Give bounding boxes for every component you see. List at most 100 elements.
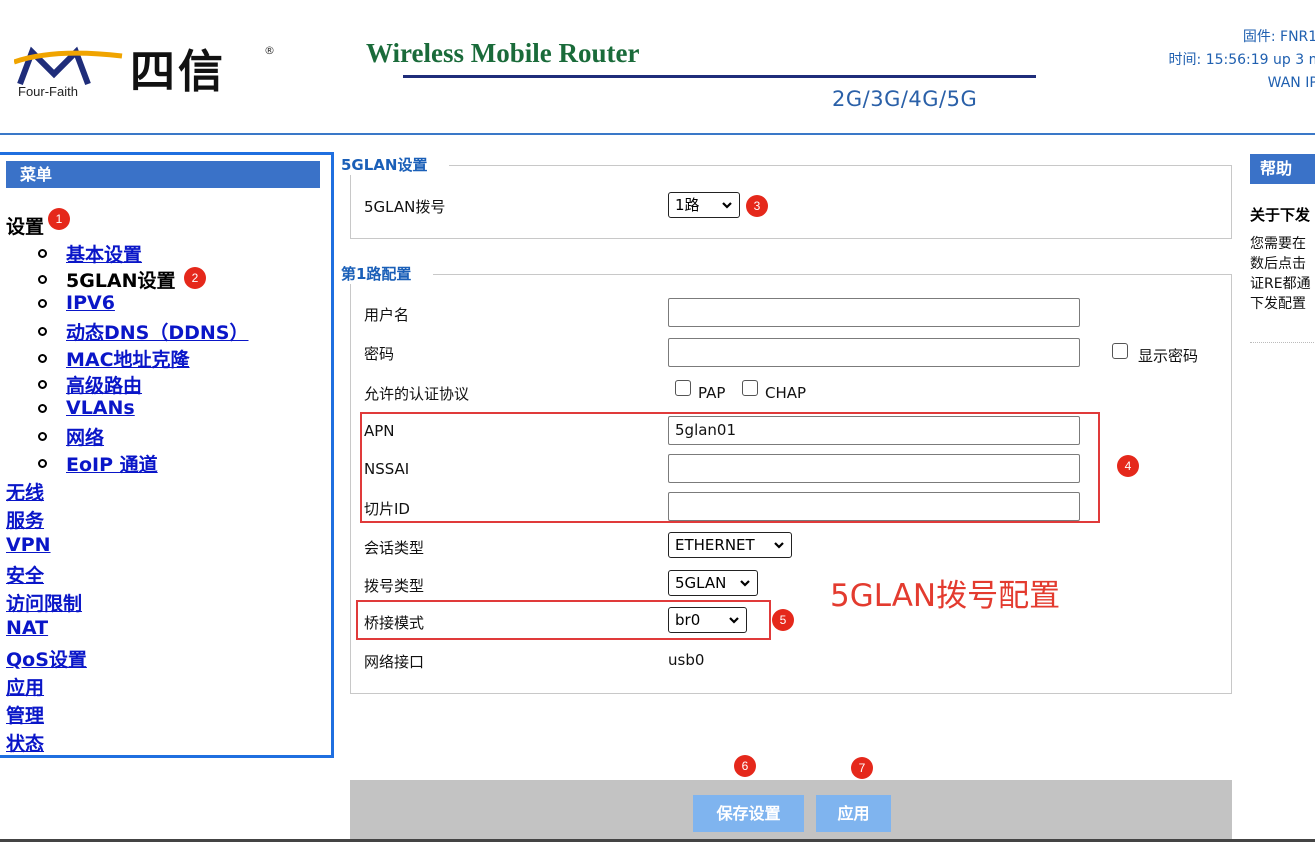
menu-section-nat[interactable]: NAT (6, 617, 48, 639)
registered-mark: ® (264, 44, 275, 57)
bullet-icon (38, 354, 47, 363)
antenna-logo-icon (14, 46, 123, 86)
menu-section-vpn[interactable]: VPN (6, 534, 51, 556)
sidebar-item-label: 网络 (66, 427, 105, 449)
show-password-label: 显示密码 (1138, 347, 1199, 365)
menu-section-access-restriction[interactable]: 访问限制 (6, 589, 82, 616)
chevron-down-icon (722, 202, 732, 209)
help-line: 您需要在 (1250, 236, 1306, 252)
sidebar-item-label: 5GLAN设置 (66, 270, 176, 292)
router-subtitle: 2G/3G/4G/5G (832, 87, 978, 111)
annotation-badge-5: 5 (772, 609, 794, 631)
chevron-down-icon (774, 542, 784, 549)
sidebar-item-label: 高级路由 (66, 375, 143, 397)
menu-section-security[interactable]: 安全 (6, 561, 44, 588)
session-type-select[interactable]: ETHERNET (668, 532, 792, 558)
annotation-badge-7: 7 (851, 757, 873, 779)
sidebar-item-vlans[interactable]: VLANs (38, 397, 135, 419)
5glan-settings-legend: 5GLAN设置 (341, 155, 450, 175)
menu-section-applications[interactable]: 应用 (6, 673, 44, 700)
menu-section-status[interactable]: 状态 (6, 729, 44, 756)
sidebar-item-basic-settings[interactable]: 基本设置 (38, 240, 142, 267)
system-info: 固件: FNR100 时间: 15:56:19 up 3 min WAN IPv… (1095, 26, 1315, 95)
sidebar-item-mac-clone[interactable]: MAC地址克隆 (38, 345, 190, 372)
password-input[interactable] (668, 338, 1080, 367)
annotation-badge-1: 1 (48, 208, 70, 230)
chevron-down-icon (740, 580, 750, 587)
menu-section-administration[interactable]: 管理 (6, 701, 44, 728)
auth-protocol-label: 允许的认证协议 (364, 385, 470, 403)
router-title: Wireless Mobile Router (366, 38, 640, 68)
pap-label: PAP (698, 384, 726, 402)
bullet-icon (38, 327, 47, 336)
apply-button[interactable]: 应用 (816, 795, 891, 832)
uptime-info: 时间: 15:56:19 up 3 min (1168, 52, 1315, 68)
username-input[interactable] (668, 298, 1080, 327)
sidebar-item-5glan-settings[interactable]: 5GLAN设置 (38, 266, 176, 293)
brand-cn-name: 四信 (130, 46, 227, 97)
chap-label: CHAP (765, 384, 807, 402)
dial-type-select[interactable]: 5GLAN (668, 570, 758, 596)
annotation-note: 5GLAN拨号配置 (830, 578, 1061, 614)
menu-section-services[interactable]: 服务 (6, 506, 44, 533)
brand-name: Four-Faith (18, 84, 78, 99)
menu-title: 菜单 (6, 161, 320, 188)
5glan-dial-select[interactable]: 1路 (668, 192, 740, 218)
bullet-icon (38, 275, 47, 284)
save-settings-button[interactable]: 保存设置 (693, 795, 804, 832)
sidebar-item-label: 基本设置 (66, 244, 143, 266)
menu-section-wireless[interactable]: 无线 (6, 478, 44, 505)
sidebar-item-ddns[interactable]: 动态DNS（DDNS） (38, 318, 249, 345)
sidebar-item-label: VLANs (66, 397, 135, 419)
5glan-dial-label: 5GLAN拨号 (364, 198, 446, 216)
bullet-icon (38, 298, 47, 308)
four-faith-logo: Four-Faith 四信 ® (14, 44, 276, 100)
network-interface-value: usb0 (668, 651, 705, 669)
password-label: 密码 (364, 345, 395, 363)
help-line: 证RE都通 (1250, 276, 1311, 292)
5glan-dial-value: 1路 (675, 196, 700, 214)
session-type-label: 会话类型 (364, 539, 425, 557)
bullet-icon (38, 380, 47, 389)
title-underline (403, 75, 1036, 78)
menu-section-settings[interactable]: 设置 (6, 212, 44, 239)
action-bar: 保存设置 应用 (350, 780, 1232, 842)
help-body: 您需要在 数后点击 证RE都通 下发配置 (1250, 234, 1315, 314)
annotation-box-apn-group (360, 412, 1100, 523)
header-divider (0, 133, 1315, 135)
bullet-icon (38, 403, 47, 413)
annotation-badge-2: 2 (184, 267, 206, 289)
help-title: 帮助 (1250, 154, 1315, 184)
show-password-checkbox[interactable] (1112, 343, 1128, 359)
dial-type-value: 5GLAN (675, 574, 727, 592)
sidebar-item-label: 动态DNS（DDNS） (66, 322, 249, 344)
help-heading: 关于下发 (1250, 206, 1311, 224)
sidebar-item-network[interactable]: 网络 (38, 423, 104, 450)
annotation-box-bridge-mode (356, 600, 771, 640)
bullet-icon (38, 249, 47, 258)
pap-checkbox[interactable] (675, 380, 691, 396)
annotation-badge-3: 3 (746, 195, 768, 217)
network-interface-label: 网络接口 (364, 653, 425, 671)
sidebar-item-label: IPV6 (66, 292, 115, 314)
sidebar-item-eoip-tunnel[interactable]: EoIP 通道 (38, 450, 158, 477)
help-line: 下发配置 (1250, 296, 1306, 312)
sidebar-item-advanced-routing[interactable]: 高级路由 (38, 371, 142, 398)
sidebar-item-ipv6[interactable]: IPV6 (38, 292, 115, 314)
route1-config-legend: 第1路配置 (341, 264, 434, 284)
annotation-badge-6: 6 (734, 755, 756, 777)
wan-info: WAN IPv4 (1267, 75, 1315, 91)
5glan-settings-panel (350, 165, 1232, 239)
help-line: 数后点击 (1250, 256, 1306, 272)
sidebar-item-label: EoIP 通道 (66, 454, 158, 476)
annotation-badge-4: 4 (1117, 455, 1139, 477)
bullet-icon (38, 432, 47, 441)
session-type-value: ETHERNET (675, 536, 755, 554)
menu-section-qos[interactable]: QoS设置 (6, 645, 87, 672)
firmware-info: 固件: FNR100 (1242, 29, 1315, 45)
sidebar-menu: 菜单 设置 1 基本设置 5GLAN设置 2 IPV6 动态DNS（DDNS） … (0, 152, 334, 758)
chap-checkbox[interactable] (742, 380, 758, 396)
bullet-icon (38, 459, 47, 468)
dial-type-label: 拨号类型 (364, 577, 425, 595)
username-label: 用户名 (364, 306, 410, 324)
